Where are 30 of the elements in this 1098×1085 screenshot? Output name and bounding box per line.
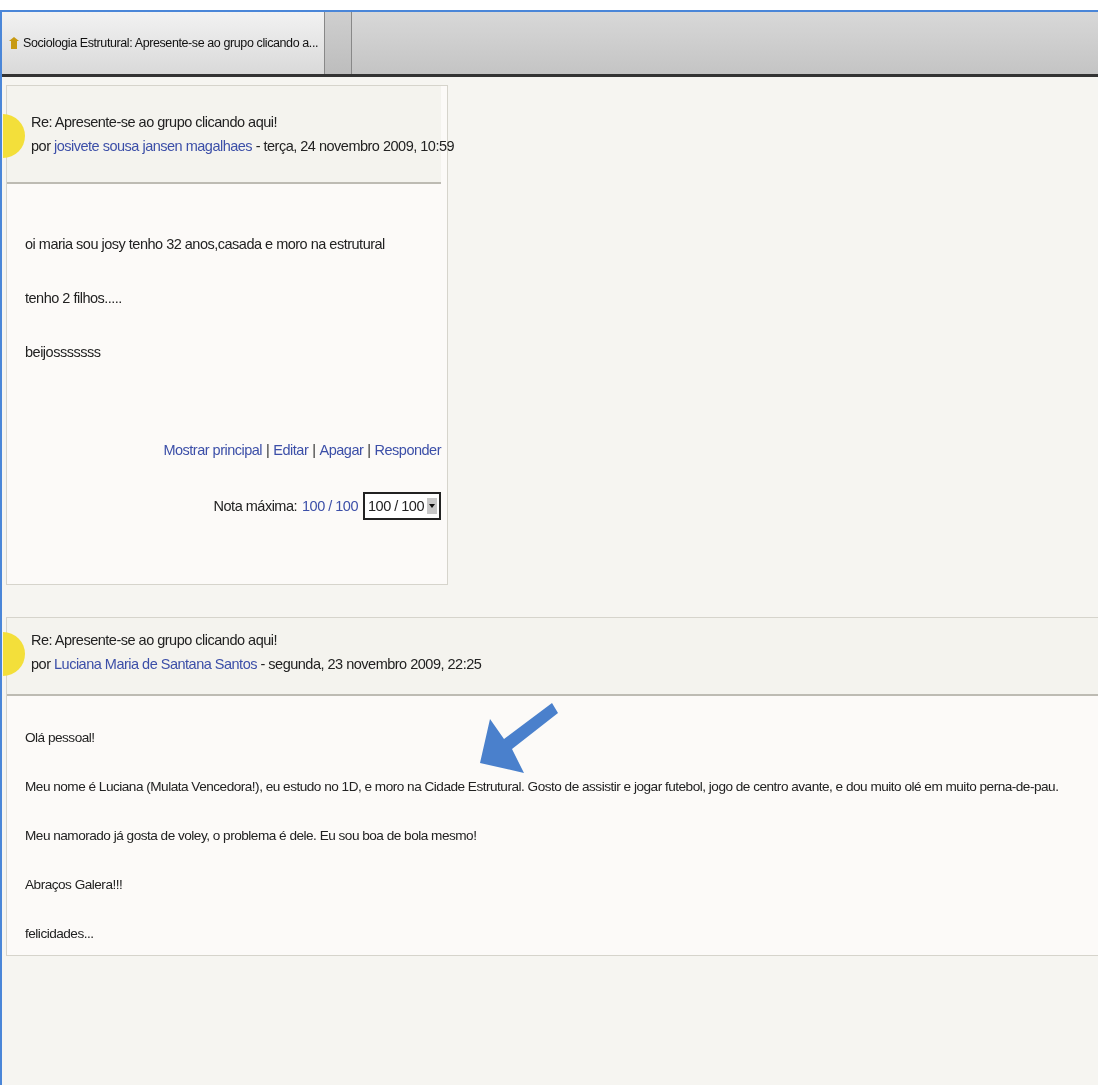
- post-paragraph: Olá pessoal!: [25, 730, 96, 745]
- author-link[interactable]: josivete sousa jansen magalhaes: [54, 138, 253, 154]
- browser-tab[interactable]: Sociologia Estrutural: Apresente-se ao grupo clicando a...: [2, 12, 326, 74]
- dropdown-icon: [427, 498, 437, 514]
- separator: |: [312, 442, 316, 458]
- separator: |: [367, 442, 371, 458]
- grade-label: Nota máxima:: [213, 498, 298, 514]
- browser-tab[interactable]: [325, 12, 353, 74]
- command-link[interactable]: Responder: [374, 442, 441, 458]
- separator: |: [266, 442, 270, 458]
- avatar: [3, 114, 25, 158]
- command-link[interactable]: Apagar: [319, 442, 364, 458]
- hat-icon: [8, 36, 20, 50]
- post-paragraph: felicidades...: [25, 926, 95, 941]
- post-subject: Re: Apresente-se ao grupo clicando aqui!: [31, 114, 278, 130]
- post-paragraph: tenho 2 filhos.....: [25, 290, 123, 306]
- post-paragraph: beijosssssss: [25, 344, 102, 360]
- post-paragraph: Meu nome é Luciana (Mulata Vencedora!), eu estudo no 1D, e moro na Cidade Estrutural. Gosto de assistir e jogar futebol, jogo de centro avante, e dou muito olé em muito perna-de-pau.: [25, 779, 1060, 794]
- grade-link[interactable]: 100 / 100: [302, 498, 358, 514]
- post-subject: Re: Apresente-se ao grupo clicando aqui!: [31, 632, 278, 648]
- avatar: [3, 632, 25, 676]
- post-paragraph: Abraços Galera!!!: [25, 877, 124, 892]
- grade-select[interactable]: 100 / 100: [363, 492, 441, 520]
- author-link[interactable]: Luciana Maria de Santana Santos: [54, 656, 257, 672]
- command-link[interactable]: Mostrar principal: [163, 442, 263, 458]
- post-byline: por josivete sousa jansen magalhaes - terça, 24 novembro 2009, 10:59: [31, 138, 455, 154]
- post-paragraph: Meu namorado já gosta de voley, o problema é dele. Eu sou boa de bola mesmo!: [25, 828, 478, 843]
- post-byline: por Luciana Maria de Santana Santos - segunda, 23 novembro 2009, 22:25: [31, 656, 482, 672]
- command-link[interactable]: Editar: [273, 442, 309, 458]
- post-paragraph: oi maria sou josy tenho 32 anos,casada e moro na estrutural: [25, 236, 386, 252]
